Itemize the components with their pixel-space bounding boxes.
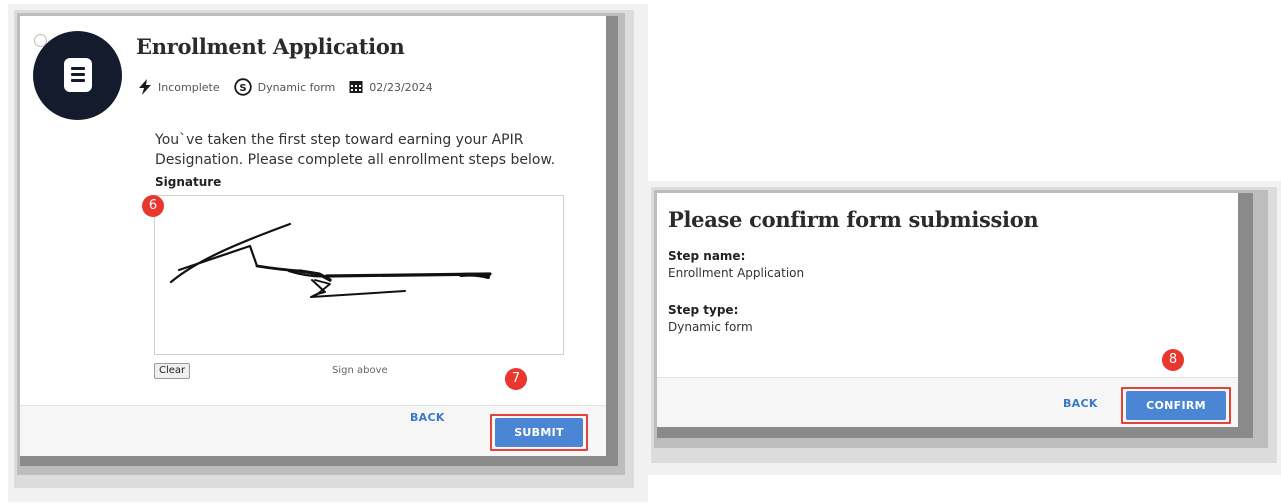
- type-meta: S Dynamic form: [233, 78, 336, 96]
- step-badge-7: 7: [505, 368, 527, 390]
- form-title: Enrollment Application: [136, 34, 405, 59]
- status-text: Incomplete: [158, 80, 220, 94]
- type-text: Dynamic form: [257, 80, 336, 94]
- date-meta: 02/23/2024: [349, 80, 433, 94]
- clear-button[interactable]: Clear: [154, 363, 191, 379]
- calendar-icon: [349, 81, 363, 93]
- enrollment-form-panel: Enrollment Application Incomplete S Dyna…: [20, 16, 606, 456]
- signature-drawing: [169, 222, 492, 298]
- step-name-value: Enrollment Application: [668, 266, 805, 280]
- sign-hint: Sign above: [332, 365, 388, 376]
- step-avatar: [33, 31, 122, 120]
- step-badge-8: 8: [1162, 349, 1184, 371]
- step-type-label: Step type:: [668, 303, 739, 317]
- intro-line-1: You`ve taken the first step toward earni…: [155, 132, 524, 148]
- confirm-back-button[interactable]: BACK: [1063, 397, 1098, 410]
- intro-text: You`ve taken the first step toward earni…: [155, 130, 575, 170]
- step-radio[interactable]: [34, 34, 47, 47]
- intro-line-2: Designation. Please complete all enrollm…: [155, 152, 556, 168]
- document-icon: [64, 58, 92, 92]
- date-text: 02/23/2024: [369, 80, 433, 94]
- svg-text:S: S: [239, 83, 246, 94]
- confirm-button[interactable]: CONFIRM: [1126, 391, 1226, 420]
- signature-pad[interactable]: [154, 195, 564, 355]
- signature-label: Signature: [155, 175, 222, 189]
- dollar-circle-icon: S: [233, 78, 252, 96]
- lightning-icon: [139, 79, 151, 95]
- back-button[interactable]: BACK: [410, 411, 445, 424]
- step-meta: Incomplete S Dynamic form 02/23/2024: [138, 77, 447, 97]
- status-meta: Incomplete: [138, 79, 220, 95]
- confirm-title: Please confirm form submission: [668, 207, 1039, 232]
- step-type-value: Dynamic form: [668, 320, 753, 334]
- submit-button[interactable]: SUBMIT: [495, 418, 583, 447]
- step-name-label: Step name:: [668, 249, 746, 263]
- step-badge-6: 6: [142, 195, 164, 217]
